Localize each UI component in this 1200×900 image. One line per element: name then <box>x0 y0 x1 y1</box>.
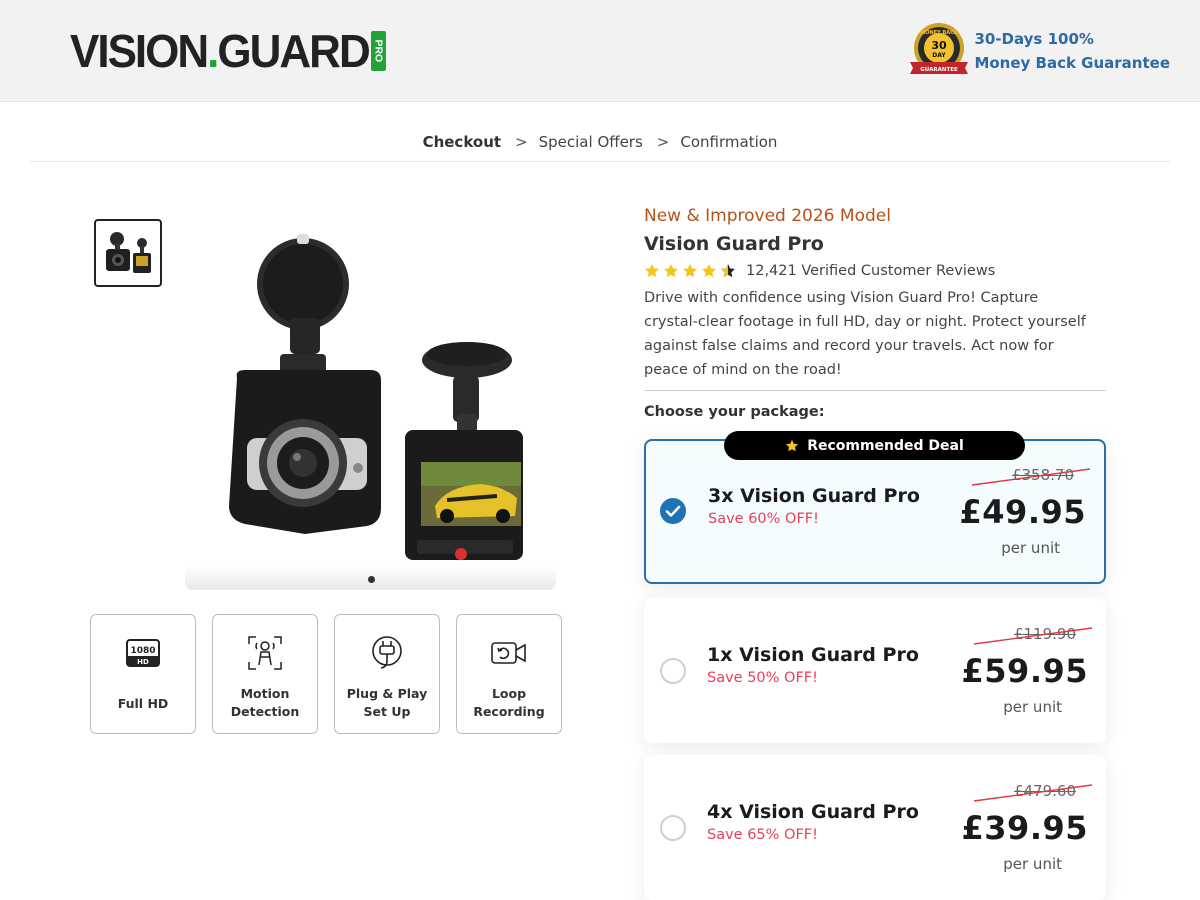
logo-dot: . <box>207 25 219 78</box>
rating-stars <box>644 263 736 279</box>
product-title: Vision Guard Pro <box>644 233 824 255</box>
package-option-1x[interactable]: 1x Vision Guard Pro Save 50% OFF! £119.9… <box>644 598 1106 743</box>
product-thumbnail[interactable] <box>94 219 162 287</box>
package-price: £49.95 <box>959 493 1086 531</box>
package-savings: Save 65% OFF! <box>707 827 818 843</box>
package-name: 3x Vision Guard Pro <box>708 485 920 507</box>
guarantee-text: 30-Days 100% Money Back Guarantee <box>974 27 1170 75</box>
image-fade <box>185 566 556 590</box>
money-back-guarantee: MONEY BACK 30 DAY GUARANTEE 30-Days 100%… <box>908 22 1170 80</box>
feature-label: Loop Recording <box>473 686 545 719</box>
carousel-dot-active[interactable] <box>368 576 375 583</box>
motion-detection-icon <box>247 633 283 673</box>
breadcrumb-checkout[interactable]: Checkout <box>423 128 501 161</box>
star-icon <box>683 264 697 278</box>
price-strike-line <box>971 468 1091 486</box>
checkout-breadcrumb: Checkout > Special Offers > Confirmation <box>30 128 1170 162</box>
seal-ribbon-text: GUARANTEE <box>921 67 959 73</box>
price-strike-line <box>973 627 1093 645</box>
logo-text-vision: VISION <box>70 25 209 78</box>
feature-full-hd: 1080 HD Full HD <box>90 614 196 734</box>
loop-camera-icon <box>490 633 528 673</box>
star-icon <box>664 264 678 278</box>
feature-motion-detection: Motion Detection <box>212 614 318 734</box>
radio-selected-icon[interactable] <box>660 498 686 524</box>
package-unit-label: per unit <box>1001 539 1060 557</box>
star-icon <box>786 439 799 451</box>
package-savings: Save 50% OFF! <box>707 670 818 686</box>
guarantee-seal-icon: MONEY BACK 30 DAY GUARANTEE <box>910 23 969 74</box>
price-strike-line <box>973 784 1093 802</box>
half-star-icon <box>721 264 735 278</box>
review-count[interactable]: 12,421 Verified Customer Reviews <box>746 263 995 279</box>
breadcrumb-confirmation[interactable]: Confirmation <box>680 128 777 161</box>
guarantee-line-1: 30-Days 100% <box>974 30 1094 48</box>
hd-icon-1080-text: 1080 <box>130 646 155 656</box>
product-info: New & Improved 2026 Model Vision Guard P… <box>644 205 1106 420</box>
package-option-4x[interactable]: 4x Vision Guard Pro Save 65% OFF! £479.6… <box>644 755 1106 900</box>
product-rating: 12,421 Verified Customer Reviews <box>644 260 1106 282</box>
hd-icon-hd-text: HD <box>137 658 149 666</box>
feature-label: Motion Detection <box>230 686 300 719</box>
package-savings: Save 60% OFF! <box>708 511 819 527</box>
feature-plug-and-play: Plug & Play Set Up <box>334 614 440 734</box>
radio-unselected-icon[interactable] <box>660 658 686 684</box>
package-unit-label: per unit <box>1003 855 1062 873</box>
product-tagline: New & Improved 2026 Model <box>644 206 891 226</box>
breadcrumb-separator: > <box>656 133 670 151</box>
plug-icon <box>369 633 405 673</box>
seal-top-text: MONEY BACK <box>921 30 960 36</box>
package-price: £59.95 <box>961 652 1088 690</box>
star-icon <box>645 264 659 278</box>
star-icon <box>702 264 716 278</box>
package-price: £39.95 <box>961 809 1088 847</box>
feature-label: Full HD <box>117 696 169 711</box>
logo-text-guard: GUARD <box>217 25 370 78</box>
dashcam-product-image <box>229 234 523 560</box>
brand-logo[interactable]: VISION. GUARD PRO <box>70 27 386 75</box>
1080-hd-icon: 1080 HD <box>126 633 160 673</box>
section-divider <box>644 390 1106 391</box>
seal-days-text: 30 <box>932 39 948 52</box>
feature-label: Plug & Play Set Up <box>346 686 428 719</box>
breadcrumb-special-offers[interactable]: Special Offers <box>539 128 643 161</box>
guarantee-line-2: Money Back Guarantee <box>974 54 1170 72</box>
breadcrumb-separator: > <box>515 133 528 151</box>
package-unit-label: per unit <box>1003 698 1062 716</box>
site-header: VISION. GUARD PRO MONEY BACK 30 DAY GUARAN… <box>0 0 1200 102</box>
package-name: 4x Vision Guard Pro <box>707 801 919 823</box>
choose-package-label: Choose your package: <box>644 404 825 420</box>
product-main-image[interactable] <box>185 218 556 590</box>
product-description: Drive with confidence using Vision Guard… <box>644 290 1086 378</box>
radio-unselected-icon[interactable] <box>660 815 686 841</box>
recommended-deal-badge: Recommended Deal <box>724 431 1025 460</box>
logo-pro-tag: PRO <box>370 31 386 71</box>
feature-loop-recording: Loop Recording <box>456 614 562 734</box>
recommended-deal-label: Recommended Deal <box>807 437 964 454</box>
dashcam-thumbnail-image <box>106 232 151 273</box>
feature-list: 1080 HD Full HD Motion Detection Plug & … <box>90 614 562 734</box>
seal-day-text: DAY <box>933 52 947 59</box>
package-option-3x[interactable]: 3x Vision Guard Pro Save 60% OFF! £358.7… <box>644 439 1106 584</box>
package-name: 1x Vision Guard Pro <box>707 644 919 666</box>
